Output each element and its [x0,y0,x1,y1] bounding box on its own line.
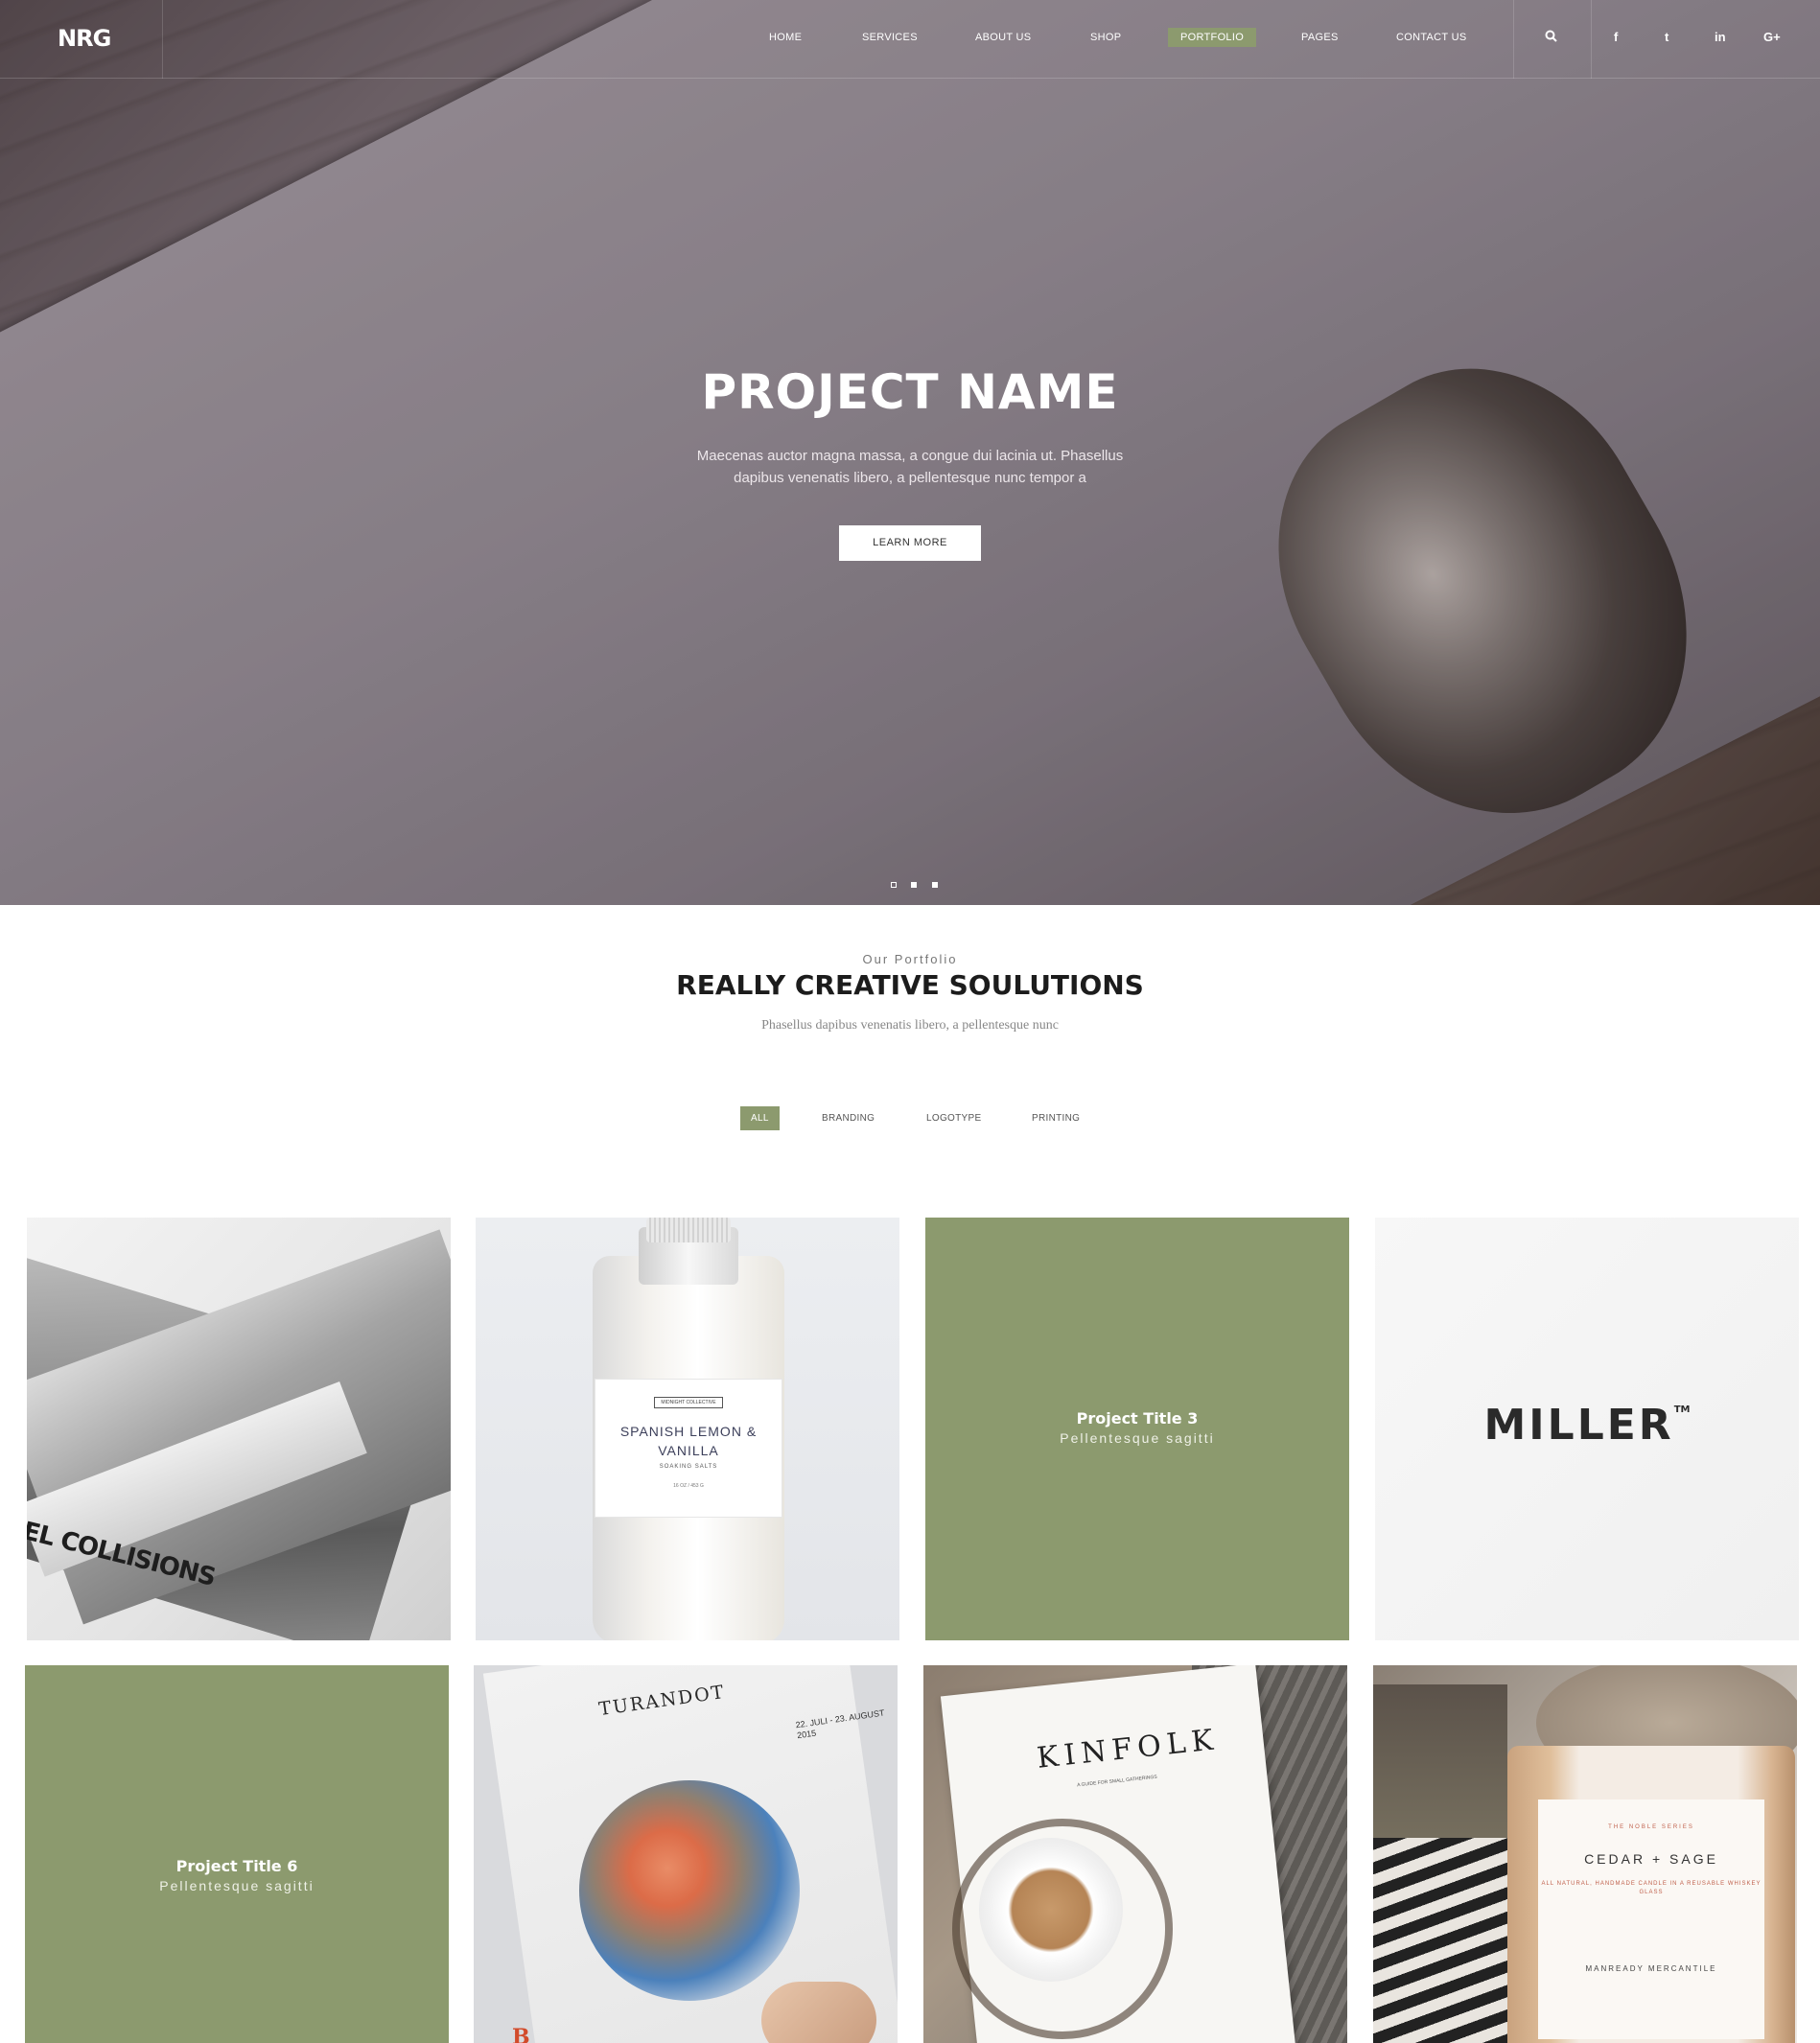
main-navigation: NRG HOME SERVICES ABOUT US SHOP PORTFOLI… [0,0,1820,79]
slider-dots [891,875,948,893]
hero-title: PROJECT NAME [701,364,1119,420]
project-title: Project Title 3 [1076,1409,1199,1428]
filter-logotype[interactable]: LOGOTYPE [926,1113,981,1124]
hero-description: Maecenas auctor magna massa, a congue du… [696,448,1124,486]
nav-item-about-us[interactable]: ABOUT US [975,32,1031,43]
newspaper-artwork [579,1780,800,2001]
filter-printing[interactable]: PRINTING [1032,1113,1080,1124]
portfolio-item-book[interactable]: EL COLLISIONS [27,1218,451,1640]
bottle-label: MIDNIGHT COLLECTIVE SPANISH LEMON & VANI… [595,1379,782,1518]
hero-content: PROJECT NAME Maecenas auctor magna massa… [0,364,1820,561]
candle-description: ALL NATURAL, HANDMADE CANDLE IN A REUSAB… [1541,1881,1762,1895]
portfolio-item-bottle[interactable]: MIDNIGHT COLLECTIVE SPANISH LEMON & VANI… [476,1218,899,1640]
nav-item-portfolio[interactable]: PORTFOLIO [1168,28,1257,47]
hand-image [761,1982,876,2043]
cloth-image [1373,1684,1507,1847]
nav-item-pages[interactable]: PAGES [1301,32,1339,43]
striped-fabric-image [1373,1838,1517,2043]
nav-item-shop[interactable]: SHOP [1090,32,1121,43]
candle-title: CEDAR + SAGE [1584,1851,1718,1867]
learn-more-button[interactable]: LEARN MORE [839,525,981,561]
facebook-icon[interactable]: f [1614,30,1618,44]
miller-logo: MILLERTM [1375,1401,1799,1450]
label-tag: MIDNIGHT COLLECTIVE [654,1397,723,1408]
candle-label: THE NOBLE SERIES CEDAR + SAGE ALL NATURA… [1538,1799,1764,2039]
slider-dot-3[interactable] [931,882,938,888]
trademark-mark: TM [1673,1405,1691,1415]
candle-series: THE NOBLE SERIES [1608,1824,1694,1830]
portfolio-item-project-6[interactable]: Project Title 6 Pellentesque sagitti [25,1665,449,2043]
slider-dot-2[interactable] [911,882,918,888]
nav-divider [162,0,163,79]
nav-item-services[interactable]: SERVICES [862,32,918,43]
nav-divider [1591,0,1592,79]
portfolio-subtitle: Our Portfolio [862,952,958,966]
project-subtitle: Pellentesque sagitti [1060,1430,1215,1446]
portfolio-title: REALLY CREATIVE SOULUTIONS [676,969,1144,1001]
bottle-cap [646,1218,731,1242]
nav-item-contact-us[interactable]: CONTACT US [1396,32,1467,43]
nav-divider [1513,0,1514,79]
filter-branding[interactable]: BRANDING [822,1113,875,1124]
portfolio-item-candle[interactable]: THE NOBLE SERIES CEDAR + SAGE ALL NATURA… [1373,1665,1797,2043]
slider-dot-1[interactable] [891,882,897,888]
miller-logo-text: MILLER [1483,1401,1674,1450]
site-logo[interactable]: NRG [58,25,111,52]
project-subtitle: Pellentesque sagitti [159,1878,315,1893]
filter-all[interactable]: ALL [740,1106,780,1130]
portfolio-item-project-3[interactable]: Project Title 3 Pellentesque sagitti [925,1218,1349,1640]
candle-maker: MANREADY MERCANTILE [1585,1964,1717,1973]
label-size: 16 OZ / 453 G [673,1483,704,1489]
newspaper-letter: B [512,2025,530,2043]
search-icon[interactable] [1545,30,1557,45]
portfolio-item-newspaper[interactable]: TURANDOT 22. JULI - 23. AUGUST 2015 B [474,1665,898,2043]
hero-slider: PROJECT NAME Maecenas auctor magna massa… [0,0,1820,905]
label-title: SPANISH LEMON & VANILLA [619,1424,758,1458]
portfolio-item-miller[interactable]: MILLERTM [1375,1218,1799,1640]
label-subtitle: SOAKING SALTS [659,1464,718,1470]
project-title: Project Title 6 [175,1857,298,1875]
portfolio-description: Phasellus dapibus venenatis libero, a pe… [761,1018,1059,1033]
portfolio-item-kinfolk[interactable]: KINFOLK A GUIDE FOR SMALL GATHERINGS [923,1665,1347,2043]
linkedin-icon[interactable]: in [1715,30,1726,44]
twitter-icon[interactable]: t [1665,30,1668,44]
coffee-cup-image [979,1838,1123,1982]
google-plus-icon[interactable]: G+ [1763,30,1781,44]
nav-item-home[interactable]: HOME [769,32,802,43]
